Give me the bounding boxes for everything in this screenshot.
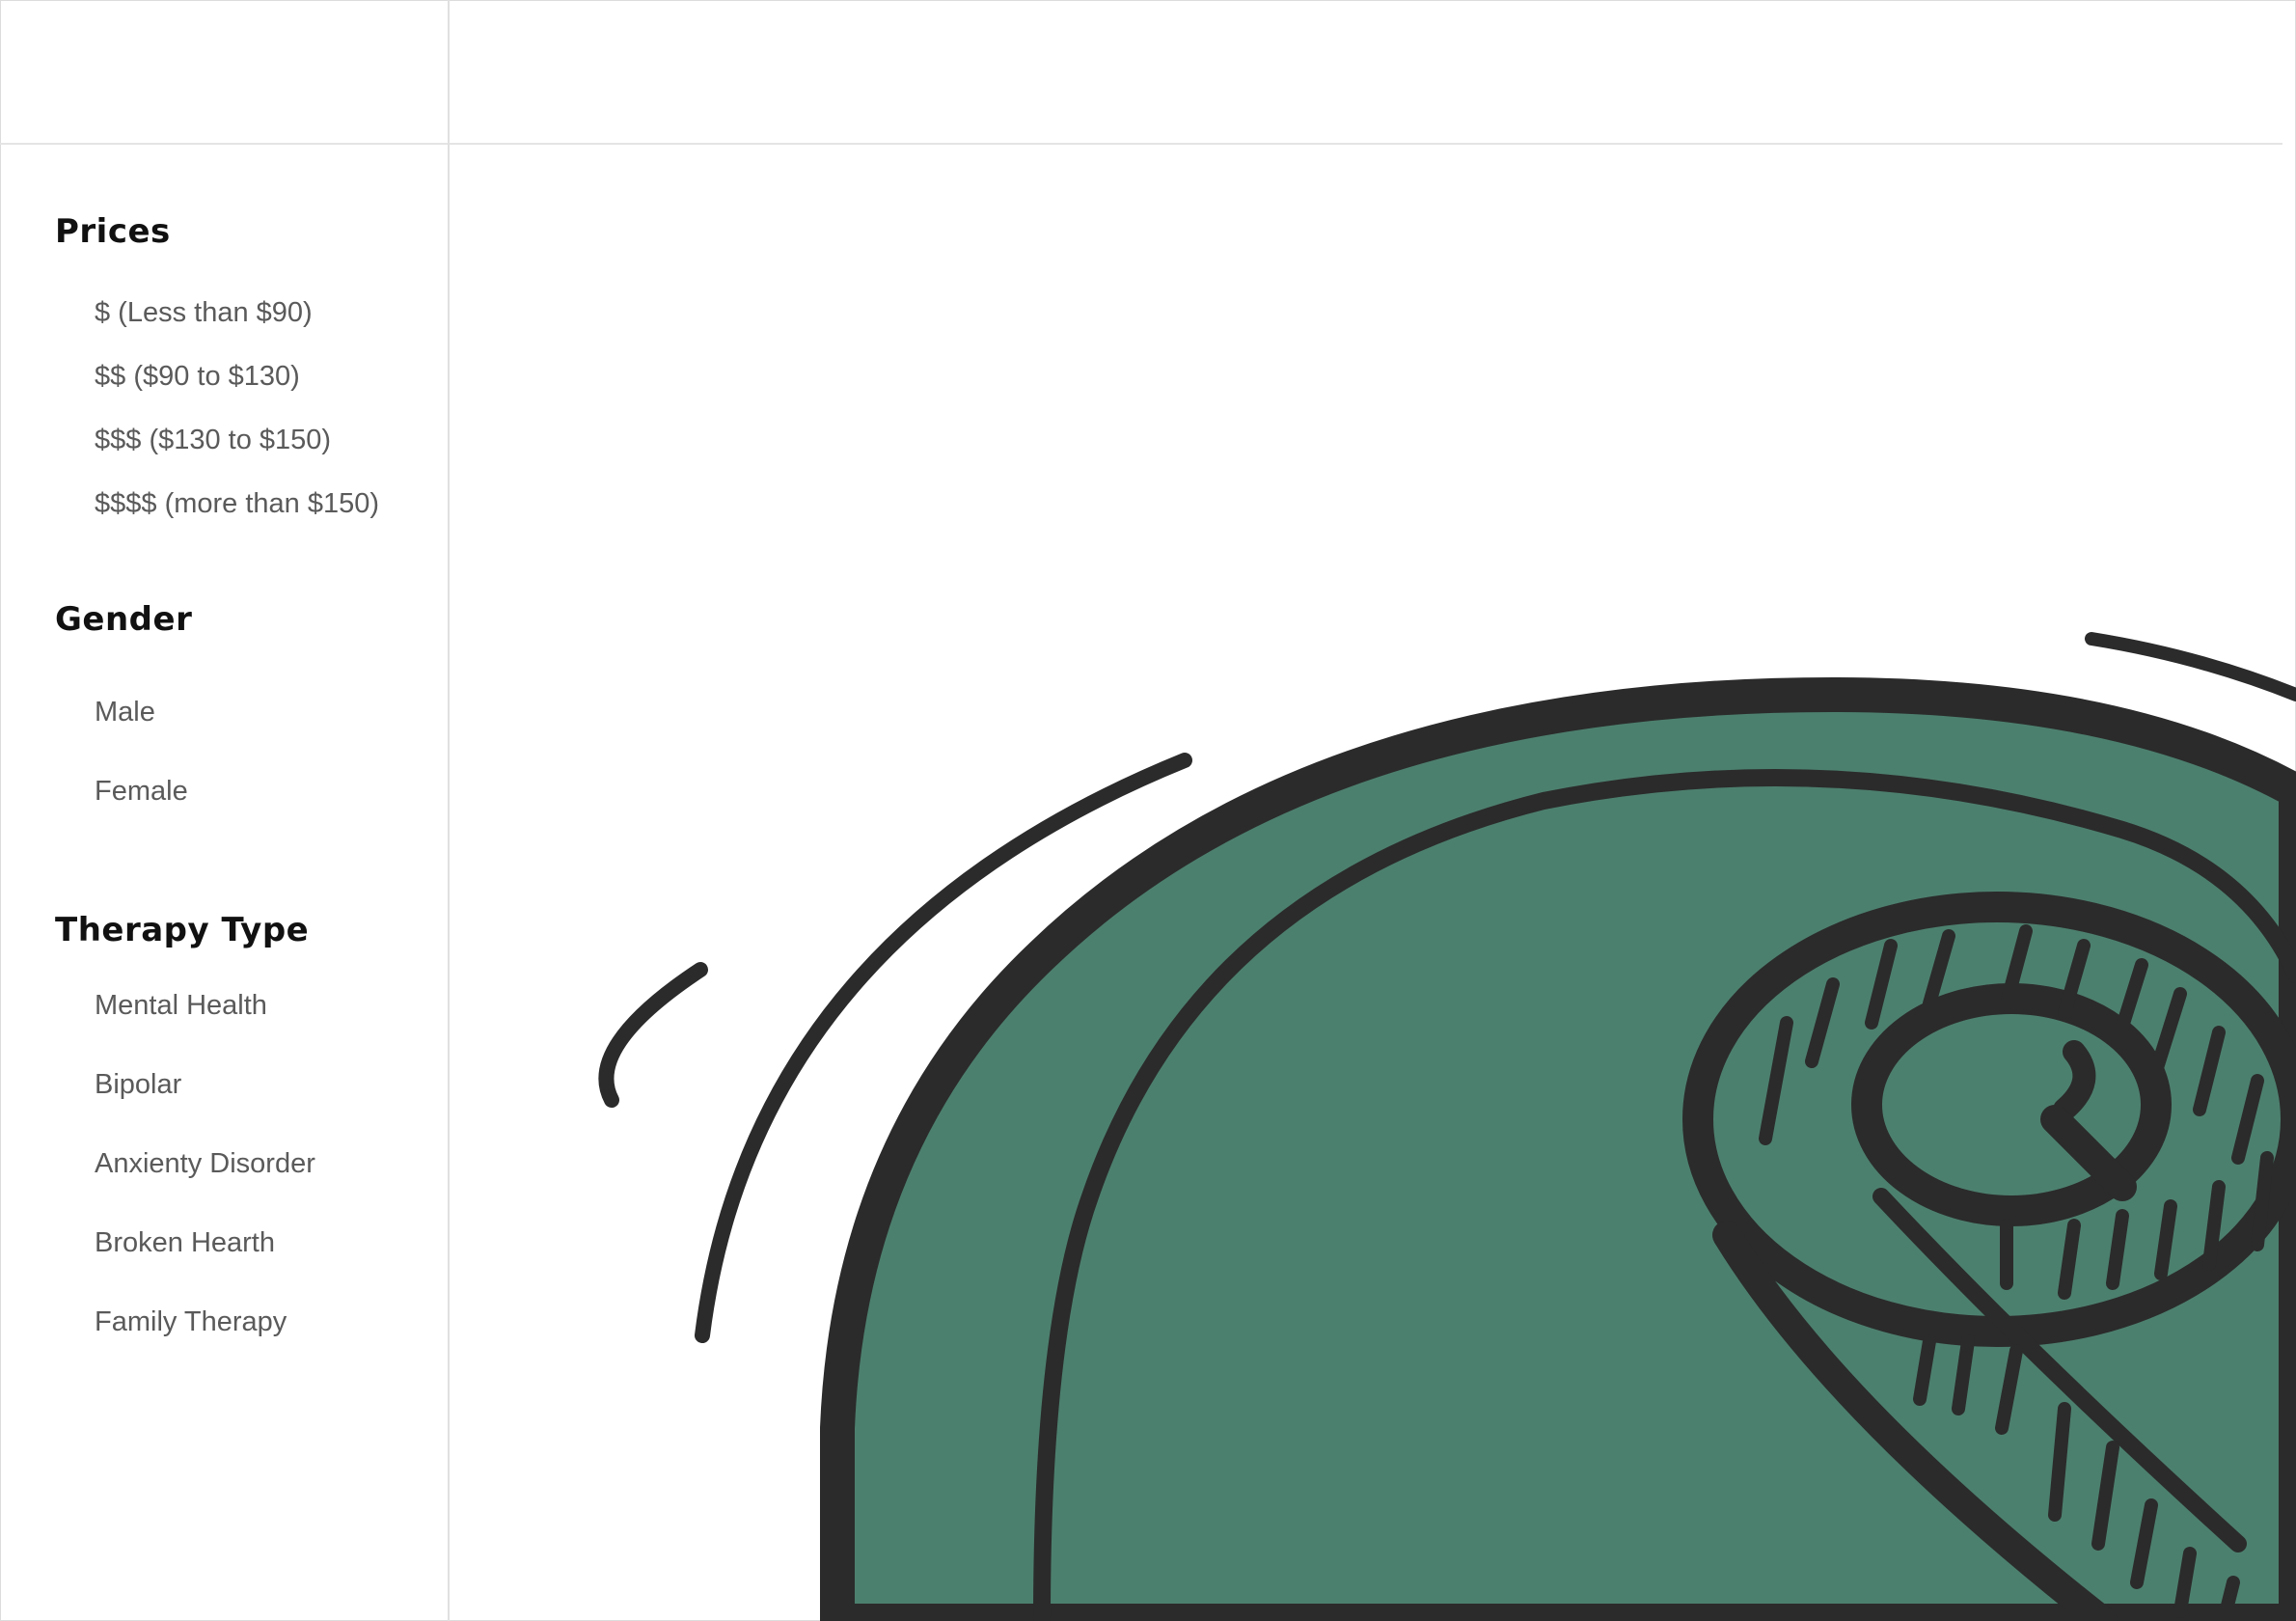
price-option-4[interactable]: $$$$ (more than $150) [95, 488, 379, 520]
price-option-3[interactable]: $$$ ($130 to $150) [95, 425, 331, 456]
gender-heading: Gender [55, 600, 193, 639]
price-option-2[interactable]: $$ ($90 to $130) [95, 361, 300, 393]
price-option-1[interactable]: $ (Less than $90) [95, 297, 313, 329]
therapy-type-heading: Therapy Type [55, 911, 310, 949]
therapy-option-anxiety-disorder[interactable]: Anxienty Disorder [95, 1148, 315, 1180]
ear-illustration-icon [598, 632, 2296, 1621]
therapy-option-family-therapy[interactable]: Family Therapy [95, 1306, 287, 1338]
prices-heading: Prices [55, 212, 171, 251]
gender-option-female[interactable]: Female [95, 776, 188, 808]
therapy-option-broken-heart[interactable]: Broken Hearth [95, 1227, 275, 1259]
therapy-option-mental-health[interactable]: Mental Health [95, 990, 267, 1022]
gender-option-male[interactable]: Male [95, 697, 155, 728]
therapy-option-bipolar[interactable]: Bipolar [95, 1069, 181, 1101]
filter-sidebar: Prices $ (Less than $90) $$ ($90 to $130… [0, 0, 450, 1621]
